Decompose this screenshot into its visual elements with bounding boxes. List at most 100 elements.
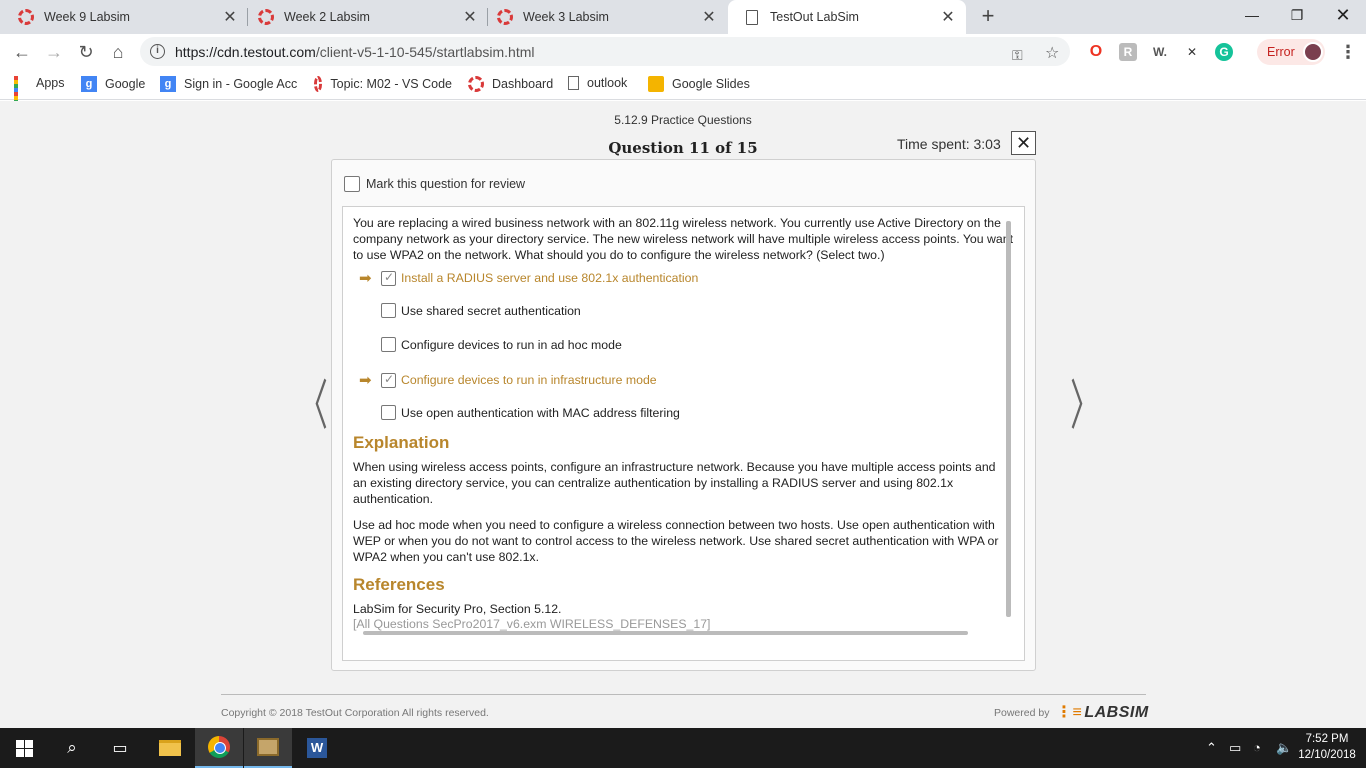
bookmark-google-slides[interactable]: Google Slides [648,76,750,92]
windows-logo-icon [15,739,33,757]
profile-error-button[interactable]: Error [1257,39,1325,65]
browser-tab-active[interactable]: TestOut LabSim ✕ [728,0,966,34]
chrome-icon [208,736,230,758]
restore-icon[interactable]: ❐ [1274,0,1320,30]
browser-toolbar: ← → ↻ ⌂ i https://cdn.testout.com/client… [0,34,1366,70]
avatar [1302,42,1323,62]
task-view-icon[interactable]: ▭ [96,728,144,768]
bookmark-sign-in[interactable]: g Sign in - Google Acc [160,76,298,92]
bookmark-topic[interactable]: Topic: M02 - VS Code [314,76,452,92]
checkbox-icon[interactable] [381,270,396,286]
close-quiz-button[interactable]: ✕ [1011,131,1036,155]
close-window-icon[interactable]: ✕ [1320,0,1366,30]
answer-choice-5[interactable]: Use open authentication with MAC address… [353,405,680,420]
answer-choice-1[interactable]: ➡ Install a RADIUS server and use 802.1x… [353,269,698,288]
checkbox-icon[interactable] [381,405,396,420]
word-icon: W [307,738,327,758]
wifi-icon[interactable]: ◔ [1253,740,1261,755]
shortcut-extension-icon[interactable]: ✕ [1183,43,1201,61]
labsim-favicon-icon [497,9,513,25]
clock-time: 7:52 PM [1305,733,1349,745]
answer-choice-4[interactable]: ➡ Configure devices to run in infrastruc… [353,371,657,390]
slides-icon [648,76,664,92]
bookmark-outlook[interactable]: outlook [568,76,627,90]
profile-error-label: Error [1267,45,1295,59]
bookmark-google[interactable]: g Google [81,76,145,92]
key-icon[interactable]: ⚿ [1012,47,1023,64]
explanation-heading: Explanation [353,433,450,452]
bookmark-dashboard[interactable]: Dashboard [468,76,553,92]
question-text: You are replacing a wired business netwo… [353,216,1013,262]
grammarly-icon[interactable]: G [1215,43,1233,61]
home-icon[interactable]: ⌂ [104,38,132,66]
labsim-app-icon [257,738,279,756]
bookmark-apps[interactable]: Apps [14,76,65,112]
wikipedia-extension-icon[interactable]: W. [1151,43,1169,61]
vertical-scrollbar[interactable] [1006,221,1011,617]
question-counter: Question 11 of 15 [608,139,758,157]
tab-label: TestOut LabSim [770,10,859,24]
opera-extension-icon[interactable]: O [1087,43,1105,61]
tab-label: Week 2 Labsim [284,10,370,24]
minimize-icon[interactable]: — [1229,0,1275,30]
word-button[interactable]: W [293,728,341,768]
file-explorer-button[interactable] [146,728,194,768]
extension-icon[interactable]: R [1119,43,1137,61]
labsim-app-button[interactable] [244,728,292,768]
battery-icon[interactable]: ▭ [1229,740,1241,756]
bookmark-star-icon[interactable]: ☆ [1045,43,1059,63]
menu-icon[interactable]: ⋮ [1334,38,1362,66]
close-tab-icon[interactable]: ✕ [462,7,478,27]
reload-icon[interactable]: ↻ [72,38,100,66]
previous-question-icon[interactable]: 〈 [298,361,328,440]
windows-taskbar: ⌕ ▭ W ⌃ ▭ ◔ 🔈 7:52 PM 12/10/2018 [0,728,1366,768]
checkbox-icon[interactable] [381,303,396,318]
checkbox-icon[interactable] [381,372,396,388]
checkbox-icon[interactable] [344,176,360,192]
new-tab-icon[interactable]: + [976,4,1000,28]
volume-icon[interactable]: 🔈 [1276,740,1292,756]
checkbox-icon[interactable] [381,337,396,352]
copyright: Copyright © 2018 TestOut Corporation All… [221,707,489,719]
labsim-logo: ⋮≡ LABSIM [1056,704,1149,721]
bookmarks-bar: Apps g Google g Sign in - Google Acc Top… [0,70,1366,112]
section-subtitle: 5.12.9 Practice Questions [614,113,752,127]
explanation-paragraph: Use ad hoc mode when you need to configu… [353,518,999,564]
close-tab-icon[interactable]: ✕ [701,7,717,27]
reference-text: LabSim for Security Pro, Section 5.12. [353,602,562,616]
canvas-icon [314,76,323,92]
mark-review-checkbox[interactable]: Mark this question for review [344,176,525,192]
forward-icon[interactable]: → [40,38,68,66]
labsim-page: 5.12.9 Practice Questions Question 11 of… [0,101,1366,728]
back-icon[interactable]: ← [8,38,36,66]
start-button[interactable] [0,728,48,768]
correct-arrow-icon: ➡ [359,270,372,287]
horizontal-scrollbar[interactable] [363,631,968,635]
search-icon[interactable]: ⌕ [48,728,96,768]
browser-tab[interactable]: Week 3 Labsim ✕ [479,0,727,34]
browser-tab-strip: Week 9 Labsim ✕ Week 2 Labsim ✕ Week 3 L… [0,0,1366,34]
answer-choice-3[interactable]: Configure devices to run in ad hoc mode [353,337,622,352]
apps-grid-icon [14,76,28,112]
reference-tag: [All Questions SecPro2017_v6.exm WIRELES… [353,617,711,631]
close-tab-icon[interactable]: ✕ [222,7,238,27]
url-text: https://cdn.testout.com/client-v5-1-10-5… [175,43,535,60]
document-icon [568,76,579,90]
clock-date: 12/10/2018 [1298,749,1356,761]
question-scroll-area[interactable]: You are replacing a wired business netwo… [342,206,1025,661]
show-hidden-icons-icon[interactable]: ⌃ [1206,740,1217,756]
tab-label: Week 3 Labsim [523,10,609,24]
footer-divider [221,694,1146,695]
site-info-icon[interactable]: i [150,44,165,59]
system-clock[interactable]: 7:52 PM 12/10/2018 [1296,731,1358,763]
next-question-icon[interactable]: 〉 [1070,361,1100,440]
folder-icon [159,740,181,756]
google-icon: g [81,76,97,92]
answer-choice-2[interactable]: Use shared secret authentication [353,303,581,318]
browser-tab[interactable]: Week 2 Labsim ✕ [240,0,488,34]
chrome-button[interactable] [195,728,243,768]
address-bar[interactable]: i https://cdn.testout.com/client-v5-1-10… [140,37,1070,66]
google-icon: g [160,76,176,92]
close-tab-icon[interactable]: ✕ [940,7,956,27]
browser-tab[interactable]: Week 9 Labsim ✕ [0,0,248,34]
